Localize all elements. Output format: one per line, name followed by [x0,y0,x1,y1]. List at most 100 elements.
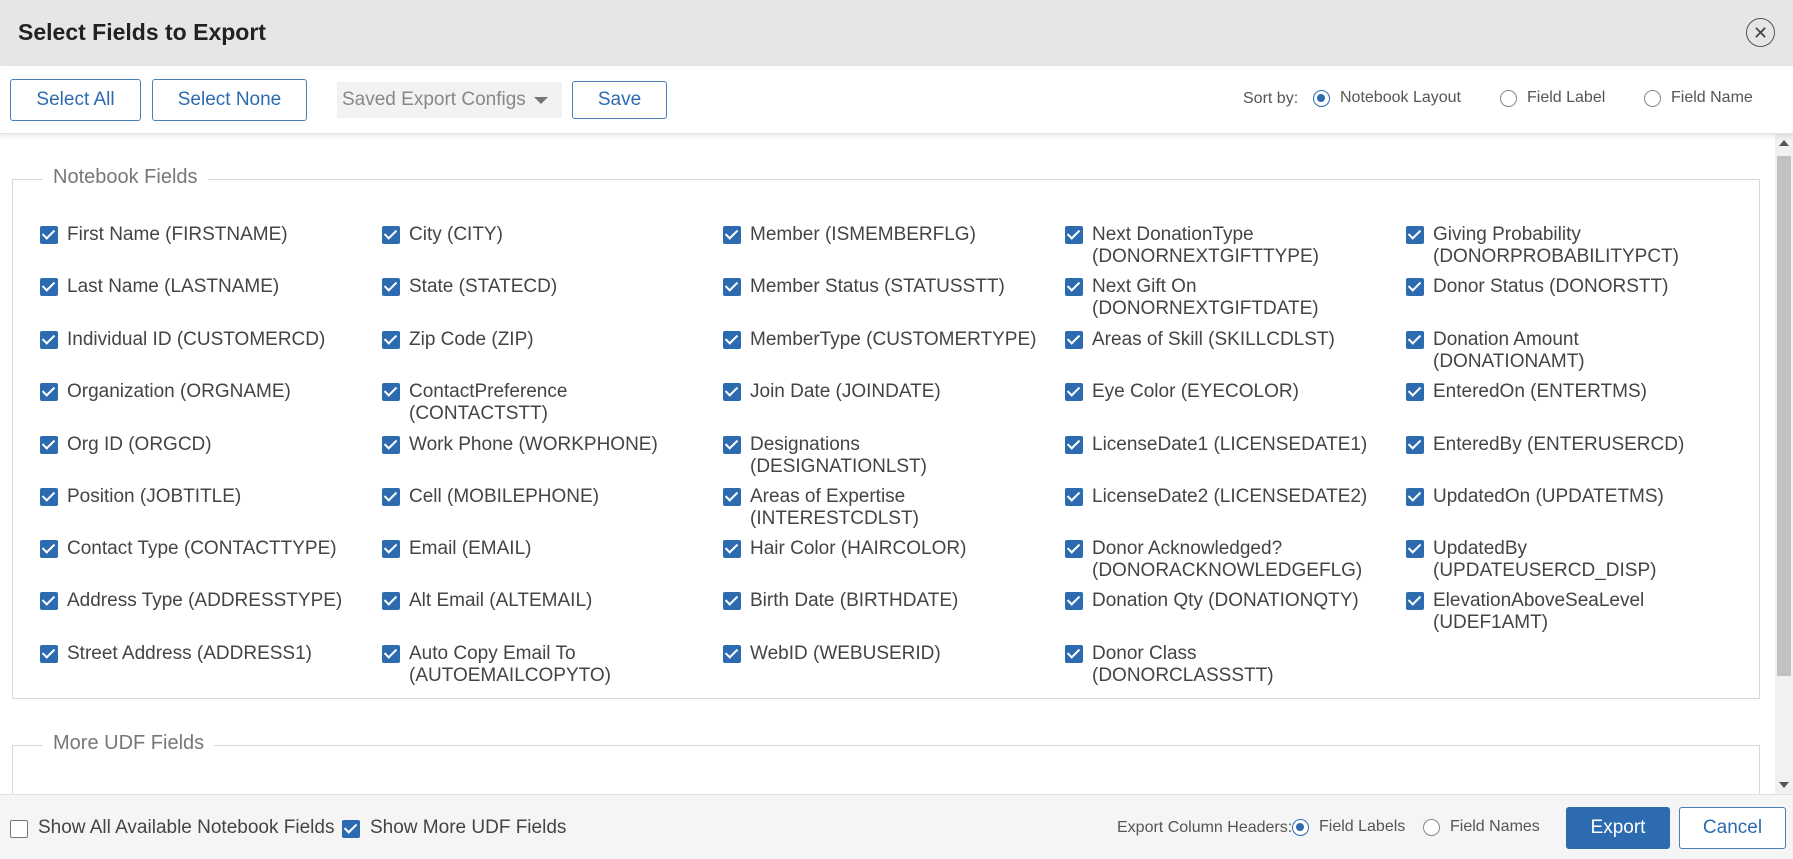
saved-export-configs-select[interactable]: Saved Export Configs [337,82,562,118]
field-checkbox-item[interactable]: Hair Color (HAIRCOLOR) [723,538,1040,560]
checkbox-checked-icon [1406,488,1424,506]
field-checkbox-item[interactable]: MemberType (CUSTOMERTYPE) [723,329,1040,351]
field-checkbox-item[interactable]: Alt Email (ALTEMAIL) [382,590,699,612]
field-checkbox-item[interactable]: Org ID (ORGCD) [40,434,357,456]
checkbox-checked-icon [1406,592,1424,610]
field-checkbox-item[interactable]: Donation Amount (DONATIONAMT) [1406,329,1723,373]
radio-unselected-icon [1423,818,1440,836]
field-label: Next DonationType (DONORNEXTGIFTTYPE) [1092,224,1319,267]
checkbox-checked-icon [1065,278,1083,296]
field-checkbox-item[interactable]: ContactPreference (CONTACTSTT) [382,381,699,425]
field-checkbox-item[interactable]: EnteredBy (ENTERUSERCD) [1406,434,1723,456]
field-label: City (CITY) [409,224,503,245]
field-label: Email (EMAIL) [409,538,532,559]
export-column-headers-label: Export Column Headers: [1117,819,1293,836]
field-label: Donor Class (DONORCLASSSTT) [1092,643,1274,686]
field-checkbox-item[interactable]: Next Gift On (DONORNEXTGIFTDATE) [1065,276,1382,320]
field-label: Alt Email (ALTEMAIL) [409,590,593,611]
field-checkbox-item[interactable]: Address Type (ADDRESSTYPE) [40,590,357,612]
field-checkbox-item[interactable]: Donor Status (DONORSTT) [1406,276,1723,298]
field-checkbox-item[interactable]: Work Phone (WORKPHONE) [382,434,699,456]
sort-field-label-radio[interactable]: Field Label [1500,89,1605,107]
checkbox-checked-icon [1065,226,1083,244]
close-icon[interactable]: ✕ [1746,18,1775,47]
field-checkbox-item[interactable]: First Name (FIRSTNAME) [40,224,357,246]
checkbox-checked-icon [723,488,741,506]
header-option-label: Field Labels [1319,818,1406,835]
field-checkbox-item[interactable]: UpdatedOn (UPDATETMS) [1406,486,1723,508]
field-checkbox-item[interactable]: Street Address (ADDRESS1) [40,643,357,665]
header-field-labels-radio[interactable]: Field Labels [1292,818,1405,836]
field-checkbox-item[interactable]: Birth Date (BIRTHDATE) [723,590,1040,612]
field-checkbox-item[interactable]: Next DonationType (DONORNEXTGIFTTYPE) [1065,224,1382,268]
field-label: ContactPreference (CONTACTSTT) [409,381,568,424]
checkbox-checked-icon [40,436,58,454]
checkbox-checked-icon [382,540,400,558]
header-option-label: Field Names [1450,818,1540,835]
field-checkbox-item[interactable]: Donation Qty (DONATIONQTY) [1065,590,1382,612]
sort-field-name-radio[interactable]: Field Name [1644,89,1753,107]
scroll-up-icon[interactable] [1779,140,1789,146]
sort-notebook-layout-radio[interactable]: Notebook Layout [1313,89,1461,107]
content-scrollbar[interactable] [1775,134,1793,794]
field-checkbox-item[interactable]: Cell (MOBILEPHONE) [382,486,699,508]
checkbox-checked-icon [1406,278,1424,296]
field-label: Hair Color (HAIRCOLOR) [750,538,967,559]
field-checkbox-item[interactable]: Member Status (STATUSSTT) [723,276,1040,298]
field-checkbox-item[interactable]: LicenseDate1 (LICENSEDATE1) [1065,434,1382,456]
field-label: Member Status (STATUSSTT) [750,276,1005,297]
field-label: Cell (MOBILEPHONE) [409,486,600,507]
field-checkbox-item[interactable]: Donor Acknowledged? (DONORACKNOWLEDGEFLG… [1065,538,1382,582]
field-checkbox-item[interactable]: Join Date (JOINDATE) [723,381,1040,403]
field-checkbox-item[interactable]: Auto Copy Email To (AUTOEMAILCOPYTO) [382,643,699,687]
field-checkbox-item[interactable]: WebID (WEBUSERID) [723,643,1040,665]
checkbox-checked-icon [723,226,741,244]
checkbox-checked-icon [1065,488,1083,506]
field-checkbox-item[interactable]: Zip Code (ZIP) [382,329,699,351]
select-all-button[interactable]: Select All [10,79,141,121]
field-checkbox-item[interactable]: Organization (ORGNAME) [40,381,357,403]
field-label: EnteredOn (ENTERTMS) [1433,381,1647,402]
field-checkbox-item[interactable]: ElevationAboveSeaLevel (UDEF1AMT) [1406,590,1723,634]
field-checkbox-item[interactable]: LicenseDate2 (LICENSEDATE2) [1065,486,1382,508]
field-label: Auto Copy Email To (AUTOEMAILCOPYTO) [409,643,611,686]
scroll-down-icon[interactable] [1779,782,1789,788]
checkbox-checked-icon [40,226,58,244]
header-field-names-radio[interactable]: Field Names [1423,818,1540,836]
field-checkbox-item[interactable]: Eye Color (EYECOLOR) [1065,381,1382,403]
export-button[interactable]: Export [1566,807,1670,849]
show-more-udf-fields-checkbox[interactable]: Show More UDF Fields [342,817,566,839]
sort-option-label: Field Label [1527,89,1606,106]
field-list-area: Notebook Fields First Name (FIRSTNAME) La… [0,134,1775,794]
field-checkbox-item[interactable]: Position (JOBTITLE) [40,486,357,508]
save-button[interactable]: Save [572,81,667,119]
checkbox-checked-icon [723,645,741,663]
field-checkbox-item[interactable]: EnteredOn (ENTERTMS) [1406,381,1723,403]
dialog-footer: Show All Available Notebook Fields Show … [0,794,1793,859]
show-all-notebook-fields-label: Show All Available Notebook Fields [38,817,335,838]
checkbox-checked-icon [40,645,58,663]
checkbox-checked-icon [1065,592,1083,610]
field-checkbox-item[interactable]: Last Name (LASTNAME) [40,276,357,298]
field-checkbox-item[interactable]: Member (ISMEMBERFLG) [723,224,1040,246]
show-all-notebook-fields-checkbox[interactable]: Show All Available Notebook Fields [10,817,334,839]
field-checkbox-item[interactable]: City (CITY) [382,224,699,246]
sort-option-label: Field Name [1671,89,1753,106]
field-checkbox-item[interactable]: Designations (DESIGNATIONLST) [723,434,1040,478]
field-label: Giving Probability (DONORPROBABILITYPCT) [1433,224,1679,267]
field-checkbox-item[interactable]: Giving Probability (DONORPROBABILITYPCT) [1406,224,1723,268]
field-checkbox-item[interactable]: Areas of Expertise (INTERESTCDLST) [723,486,1040,530]
field-checkbox-item[interactable]: Individual ID (CUSTOMERCD) [40,329,357,351]
field-label: Next Gift On (DONORNEXTGIFTDATE) [1092,276,1319,319]
checkbox-checked-icon [723,383,741,401]
field-checkbox-item[interactable]: State (STATECD) [382,276,699,298]
field-checkbox-item[interactable]: Email (EMAIL) [382,538,699,560]
select-none-button[interactable]: Select None [152,79,307,121]
field-checkbox-item[interactable]: UpdatedBy (UPDATEUSERCD_DISP) [1406,538,1723,582]
field-label: LicenseDate1 (LICENSEDATE1) [1092,434,1368,455]
field-checkbox-item[interactable]: Donor Class (DONORCLASSSTT) [1065,643,1382,687]
field-checkbox-item[interactable]: Contact Type (CONTACTTYPE) [40,538,357,560]
field-checkbox-item[interactable]: Areas of Skill (SKILLCDLST) [1065,329,1382,351]
cancel-button[interactable]: Cancel [1679,807,1786,849]
scrollbar-thumb[interactable] [1777,156,1791,676]
